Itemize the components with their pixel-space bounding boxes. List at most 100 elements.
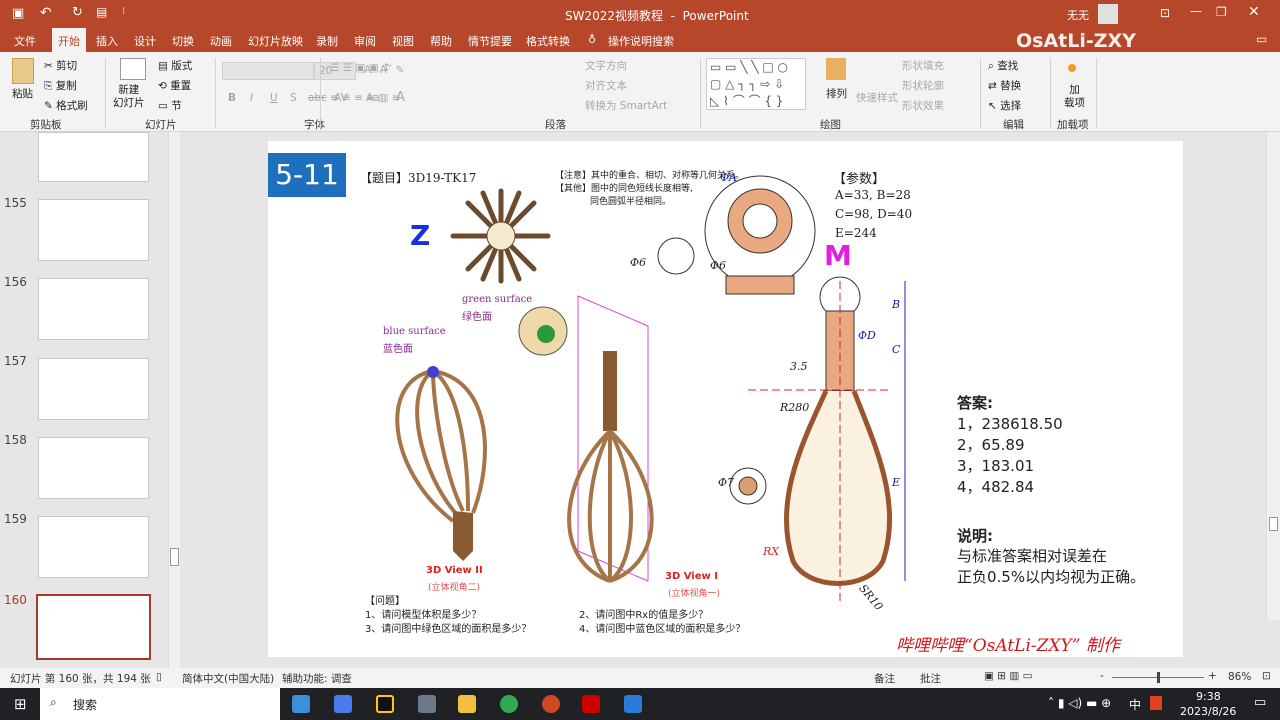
underline-button[interactable]: U xyxy=(270,92,278,104)
ribbon-display-icon[interactable]: ⊡ xyxy=(1160,6,1170,20)
tell-me-search[interactable]: 操作说明搜索 xyxy=(608,33,674,49)
tab-file[interactable]: 文件 xyxy=(14,33,36,49)
spellcheck-icon[interactable]: ▯ xyxy=(156,671,162,683)
arrange-button[interactable]: 排列 xyxy=(826,86,847,101)
tab-animations[interactable]: 动画 xyxy=(210,33,232,49)
section-button[interactable]: ▭ 节 xyxy=(158,98,182,113)
strikethrough-button[interactable]: abc xyxy=(308,92,327,104)
format-painter-button[interactable]: ✎ 格式刷 xyxy=(44,98,88,113)
select-button[interactable]: ↖ 选择 xyxy=(988,98,1021,113)
slide-thumbnail[interactable] xyxy=(38,199,149,261)
notes-button[interactable]: 备注 xyxy=(874,671,895,686)
text-direction-button[interactable]: 文字方向 xyxy=(585,58,627,73)
font-name-select[interactable] xyxy=(222,62,314,80)
new-slide-button[interactable]: 新建 幻灯片 xyxy=(113,84,145,110)
accessibility-status[interactable]: 辅助功能: 调查 xyxy=(282,671,352,686)
system-tray-icons[interactable]: ˄ ▮ ◁) ▬ ⊕ xyxy=(1048,696,1111,710)
undo-icon[interactable]: ↶ xyxy=(40,5,52,21)
sogou-icon[interactable] xyxy=(1150,696,1162,710)
tab-insert[interactable]: 插入 xyxy=(96,33,118,49)
taskbar-search[interactable]: ⌕ 搜索 xyxy=(40,688,280,720)
solidworks-icon[interactable] xyxy=(582,695,600,713)
file-explorer-icon[interactable] xyxy=(458,695,476,713)
tab-storyboard[interactable]: 情节提要 xyxy=(468,33,512,49)
tab-review[interactable]: 审阅 xyxy=(354,33,376,49)
save-icon[interactable]: ▣ xyxy=(12,6,24,21)
tab-design[interactable]: 设计 xyxy=(134,33,156,49)
close-icon[interactable]: ✕ xyxy=(1248,4,1260,20)
calculator-icon[interactable] xyxy=(418,695,436,713)
ime-indicator[interactable]: 中 xyxy=(1129,696,1141,713)
paste-button[interactable]: 粘贴 xyxy=(12,86,33,101)
minimize-icon[interactable]: — xyxy=(1190,4,1202,18)
fit-slide-icon[interactable]: ⊡ xyxy=(1262,670,1271,682)
clock-date[interactable]: 2023/8/26 xyxy=(1180,705,1236,718)
zoom-out-button[interactable]: - xyxy=(1100,670,1104,682)
tab-help[interactable]: 帮助 xyxy=(430,33,452,49)
redo-icon[interactable]: ↻ xyxy=(72,5,83,20)
tab-slideshow[interactable]: 幻灯片放映 xyxy=(248,33,303,49)
align-icons[interactable]: ≡ ≡ ≡ ≡ ▥ ≡ xyxy=(330,92,401,104)
tab-format-convert[interactable]: 格式转换 xyxy=(526,33,570,49)
slide-thumbnail[interactable] xyxy=(38,437,149,499)
quick-styles-button[interactable]: 快速样式 xyxy=(856,90,898,105)
task-view-icon[interactable] xyxy=(292,695,310,713)
bullets-icon[interactable]: ☰ ☰ ▣ ▣ ↕ xyxy=(330,62,391,74)
shadow-button[interactable]: S xyxy=(290,92,297,104)
align-text-button[interactable]: 对齐文本 xyxy=(585,78,627,93)
tab-view[interactable]: 视图 xyxy=(392,33,414,49)
question: 4、请问图中蓝色区域的面积是多少？ xyxy=(579,624,746,635)
paste-icon[interactable] xyxy=(12,58,34,84)
notification-icon[interactable]: ▭ xyxy=(1254,695,1266,710)
find-button[interactable]: ⌕ 查找 xyxy=(988,58,1018,73)
layout-button[interactable]: ▤ 版式 xyxy=(158,58,192,73)
new-slide-icon[interactable] xyxy=(120,58,146,80)
photos-icon[interactable] xyxy=(624,695,642,713)
slide-thumbnail[interactable] xyxy=(38,358,149,420)
shape-effects-button[interactable]: 形状效果 xyxy=(902,98,944,113)
start-slideshow-icon[interactable]: ▤ xyxy=(96,5,107,19)
slide-thumbnail[interactable] xyxy=(38,278,149,340)
shapes-gallery[interactable]: ▭ ▭ ╲ ╲ □ ○ ▢ △ ┐ ┐ ⇨ ⇩ ◺ ⌇ ⌒ ⌒ { } xyxy=(706,58,806,110)
copy-button[interactable]: ⎘ 复制 xyxy=(44,78,77,93)
slide-thumbnail[interactable] xyxy=(38,516,149,578)
scrollbar-thumb[interactable] xyxy=(1269,517,1278,531)
tab-home[interactable]: 开始 xyxy=(52,28,86,52)
customize-toolbar-icon[interactable]: ⁝ xyxy=(122,6,125,17)
app-icon[interactable] xyxy=(334,695,352,713)
user-name[interactable]: 无无 xyxy=(1067,7,1089,23)
shape-fill-button[interactable]: 形状填充 xyxy=(902,58,944,73)
addins-icon[interactable] xyxy=(1068,64,1076,72)
zoom-level[interactable]: 86% xyxy=(1228,671,1251,683)
replace-button[interactable]: ⇄ 替换 xyxy=(988,78,1021,93)
zoom-slider-thumb[interactable] xyxy=(1157,672,1160,683)
clock-time[interactable]: 9:38 xyxy=(1196,690,1221,703)
cut-button[interactable]: ✂ 剪切 xyxy=(44,58,77,73)
shape-outline-button[interactable]: 形状轮廓 xyxy=(902,78,944,93)
slide-thumbnail-selected[interactable] xyxy=(36,594,151,660)
arrange-icon[interactable] xyxy=(826,58,846,80)
restore-icon[interactable]: ❐ xyxy=(1216,5,1227,19)
comments-icon[interactable]: ▭ xyxy=(1256,32,1267,46)
italic-button[interactable]: I xyxy=(250,92,253,104)
tab-record[interactable]: 录制 xyxy=(316,33,338,49)
qq-icon[interactable] xyxy=(376,695,394,713)
bold-button[interactable]: B xyxy=(228,92,236,104)
zoom-in-button[interactable]: + xyxy=(1208,670,1217,682)
scrollbar-thumb[interactable] xyxy=(170,548,179,566)
language[interactable]: 简体中文(中国大陆) xyxy=(182,671,274,686)
powerpoint-icon[interactable] xyxy=(542,695,560,713)
slide-vertical-scrollbar[interactable] xyxy=(1266,132,1280,620)
windows-start-icon[interactable]: ⊞ xyxy=(14,695,27,713)
thumbnail-scrollbar[interactable] xyxy=(168,132,180,668)
slide-canvas[interactable]: 5-11 【题目】3D19-TK17 【注意】其中的重合、相切、对称等几何关系。… xyxy=(268,141,1183,657)
addins-button[interactable]: 加 载项 xyxy=(1064,84,1085,110)
reset-button[interactable]: ⟲ 重置 xyxy=(158,78,191,93)
smartart-button[interactable]: 转换为 SmartArt xyxy=(585,98,667,113)
chrome-icon[interactable] xyxy=(500,695,518,713)
tab-transitions[interactable]: 切换 xyxy=(172,33,194,49)
avatar[interactable] xyxy=(1098,4,1118,24)
normal-view-icon[interactable]: ▣ ⊞ ▥ ▭ xyxy=(984,670,1033,682)
slide-thumbnail[interactable] xyxy=(38,132,149,182)
comments-button[interactable]: 批注 xyxy=(920,671,941,686)
